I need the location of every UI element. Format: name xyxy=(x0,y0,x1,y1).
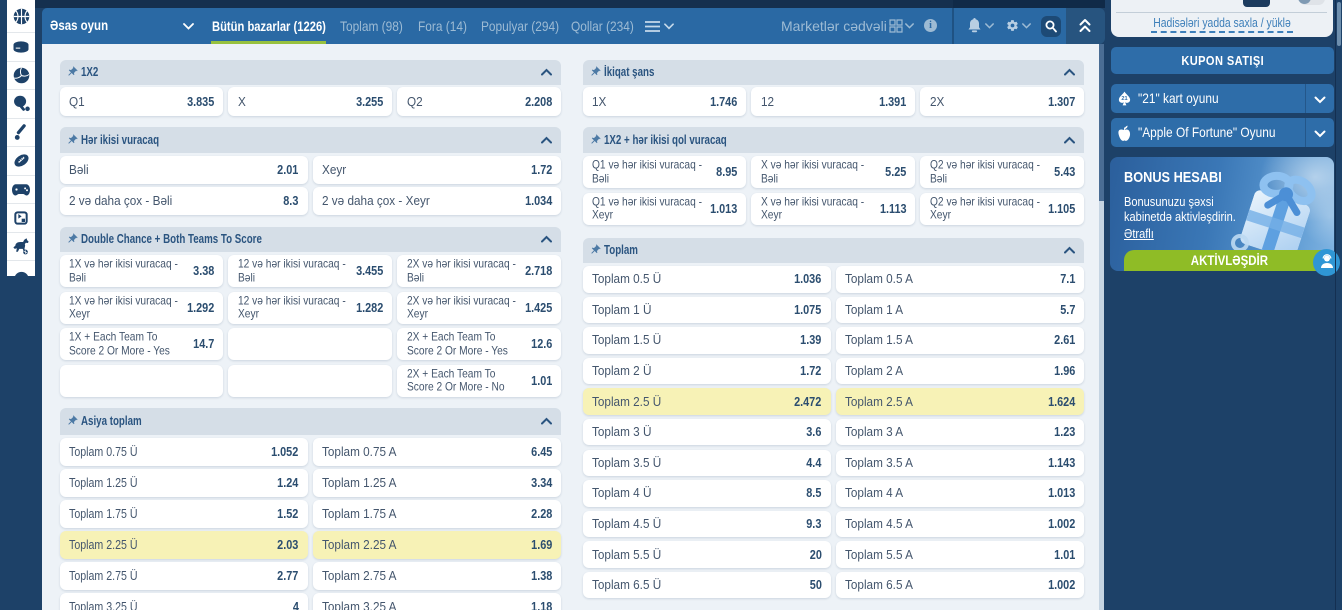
svg-text:21: 21 xyxy=(1121,95,1127,101)
